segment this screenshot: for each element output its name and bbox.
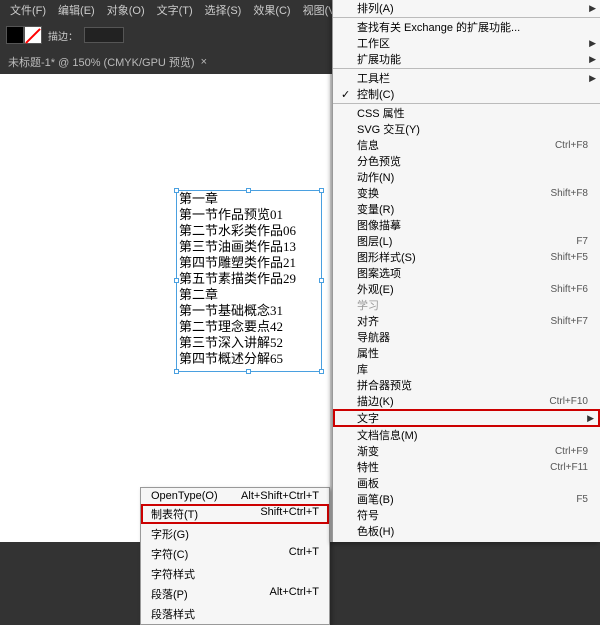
stroke-swatch[interactable] bbox=[24, 26, 42, 44]
menu-item[interactable]: 描边(K)Ctrl+F10 bbox=[333, 393, 600, 409]
menu-item[interactable]: 属性 bbox=[333, 345, 600, 361]
fill-stroke-swatches[interactable] bbox=[6, 26, 42, 44]
menu-item[interactable]: 工作区▶ bbox=[333, 35, 600, 51]
document-tab[interactable]: 未标题-1* @ 150% (CMYK/GPU 预览) × bbox=[0, 50, 215, 74]
text-line: 第三节油画类作品13 bbox=[177, 239, 321, 255]
menu-选择[interactable]: 选择(S) bbox=[199, 0, 248, 20]
resize-handle[interactable] bbox=[319, 188, 324, 193]
menu-对象[interactable]: 对象(O) bbox=[101, 0, 151, 20]
text-line: 第二节水彩类作品06 bbox=[177, 223, 321, 239]
menu-item[interactable]: 导航器 bbox=[333, 329, 600, 345]
text-line: 第二章 bbox=[177, 287, 321, 303]
menu-item[interactable]: 文字▶ bbox=[333, 409, 600, 427]
text-line: 第五节素描类作品29 bbox=[177, 271, 321, 287]
menu-item[interactable]: 外观(E)Shift+F6 bbox=[333, 281, 600, 297]
menu-item[interactable]: 图形样式(S)Shift+F5 bbox=[333, 249, 600, 265]
menu-item[interactable]: SVG 交互(Y) bbox=[333, 121, 600, 137]
menu-item[interactable]: 扩展功能▶ bbox=[333, 51, 600, 67]
menu-item[interactable]: 信息Ctrl+F8 bbox=[333, 137, 600, 153]
menu-文字[interactable]: 文字(T) bbox=[151, 0, 199, 20]
menu-item[interactable]: CSS 属性 bbox=[333, 105, 600, 121]
menu-item[interactable]: 符号 bbox=[333, 507, 600, 523]
resize-handle[interactable] bbox=[319, 278, 324, 283]
resize-handle[interactable] bbox=[174, 278, 179, 283]
artboard: 第一章第一节作品预览01第二节水彩类作品06第三节油画类作品13第四节雕塑类作品… bbox=[0, 74, 330, 542]
resize-handle[interactable] bbox=[174, 188, 179, 193]
text-line: 第一节作品预览01 bbox=[177, 207, 321, 223]
menu-item[interactable]: 查找有关 Exchange 的扩展功能... bbox=[333, 19, 600, 35]
menu-item: 学习 bbox=[333, 297, 600, 313]
menu-item[interactable]: 控制(C) bbox=[333, 86, 600, 102]
menu-item[interactable]: 文档信息(M) bbox=[333, 427, 600, 443]
submenu-item[interactable]: 段落(P)Alt+Ctrl+T bbox=[141, 584, 329, 604]
text-line: 第四节雕塑类作品21 bbox=[177, 255, 321, 271]
text-content[interactable]: 第一章第一节作品预览01第二节水彩类作品06第三节油画类作品13第四节雕塑类作品… bbox=[177, 191, 321, 367]
menu-item[interactable]: 对齐Shift+F7 bbox=[333, 313, 600, 329]
menu-item[interactable]: 动作(N) bbox=[333, 169, 600, 185]
submenu-item[interactable]: 字符样式 bbox=[141, 564, 329, 584]
submenu-item[interactable]: 字符(C)Ctrl+T bbox=[141, 544, 329, 564]
menu-item[interactable]: 特性Ctrl+F11 bbox=[333, 459, 600, 475]
fill-swatch[interactable] bbox=[6, 26, 24, 44]
resize-handle[interactable] bbox=[246, 188, 251, 193]
submenu-item[interactable]: 段落样式 bbox=[141, 604, 329, 624]
document-tab-label: 未标题-1* @ 150% (CMYK/GPU 预览) bbox=[8, 54, 195, 70]
menu-item[interactable]: 图像描摹 bbox=[333, 217, 600, 233]
type-submenu: OpenType(O)Alt+Shift+Ctrl+T制表符(T)Shift+C… bbox=[140, 487, 330, 625]
submenu-item[interactable]: 字形(G) bbox=[141, 524, 329, 544]
menu-item[interactable]: 工具栏▶ bbox=[333, 70, 600, 86]
close-icon[interactable]: × bbox=[201, 56, 207, 68]
menu-item[interactable]: 库 bbox=[333, 361, 600, 377]
resize-handle[interactable] bbox=[246, 369, 251, 374]
menu-item[interactable]: 画笔(B)F5 bbox=[333, 491, 600, 507]
text-line: 第二节理念要点42 bbox=[177, 319, 321, 335]
menu-item[interactable]: 排列(A)▶ bbox=[333, 0, 600, 16]
menu-item[interactable]: 分色预览 bbox=[333, 153, 600, 169]
menu-item[interactable]: 色板(H) bbox=[333, 523, 600, 539]
menu-item[interactable]: 渐变Ctrl+F9 bbox=[333, 443, 600, 459]
submenu-item[interactable]: OpenType(O)Alt+Shift+Ctrl+T bbox=[141, 488, 329, 504]
text-line: 第三节深入讲解52 bbox=[177, 335, 321, 351]
menu-item[interactable]: 变换Shift+F8 bbox=[333, 185, 600, 201]
menu-item[interactable]: 图层(L)F7 bbox=[333, 233, 600, 249]
resize-handle[interactable] bbox=[319, 369, 324, 374]
menu-文件[interactable]: 文件(F) bbox=[4, 0, 52, 20]
menu-编辑[interactable]: 编辑(E) bbox=[52, 0, 101, 20]
resize-handle[interactable] bbox=[174, 369, 179, 374]
menu-item[interactable]: 图案选项 bbox=[333, 265, 600, 281]
text-line: 第四节概述分解65 bbox=[177, 351, 321, 367]
text-frame[interactable]: 第一章第一节作品预览01第二节水彩类作品06第三节油画类作品13第四节雕塑类作品… bbox=[176, 190, 322, 372]
text-line: 第一章 bbox=[177, 191, 321, 207]
menu-item[interactable]: 变量(R) bbox=[333, 201, 600, 217]
menu-item[interactable]: 画板 bbox=[333, 475, 600, 491]
menu-效果[interactable]: 效果(C) bbox=[247, 0, 296, 20]
stroke-label: 描边： bbox=[48, 28, 78, 43]
submenu-item[interactable]: 制表符(T)Shift+Ctrl+T bbox=[141, 504, 329, 524]
text-line: 第一节基础概念31 bbox=[177, 303, 321, 319]
menu-item[interactable]: 拼合器预览 bbox=[333, 377, 600, 393]
stroke-weight-field[interactable] bbox=[84, 27, 124, 43]
window-menu: 排列(A)▶ 查找有关 Exchange 的扩展功能...工作区▶扩展功能▶ 工具栏… bbox=[332, 0, 600, 542]
